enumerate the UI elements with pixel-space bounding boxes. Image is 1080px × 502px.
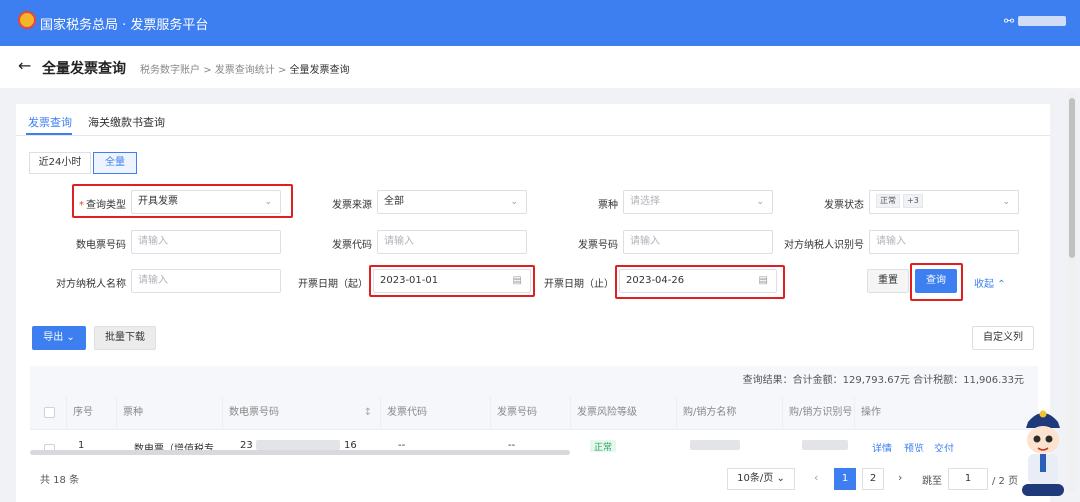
prev-page-icon[interactable]: ‹ xyxy=(814,471,818,484)
redacted-party-id xyxy=(802,440,848,450)
batch-download-button[interactable]: 批量下载 xyxy=(94,326,156,350)
breadcrumb: 税务数字账户 > 发票查询统计 > 全量发票查询 xyxy=(140,61,350,76)
chevron-down-icon: ⌄ xyxy=(776,473,785,484)
goto-label: 跳至 xyxy=(922,476,942,487)
chevron-down-icon: ⌄ xyxy=(66,332,75,343)
arrow-left-icon[interactable]: ← xyxy=(18,56,31,75)
reset-button[interactable]: 重置 xyxy=(867,269,909,293)
page-header: ← 全量发票查询 税务数字账户 > 发票查询统计 > 全量发票查询 xyxy=(0,46,1080,88)
page-2-button[interactable]: 2 xyxy=(862,468,884,490)
invoice-status-label: 发票状态 xyxy=(824,200,864,211)
deliver-link[interactable]: 交付 xyxy=(934,440,954,452)
redacted-number xyxy=(256,440,340,450)
next-page-icon[interactable]: › xyxy=(898,471,902,484)
user-icon[interactable]: ⚯ xyxy=(1004,14,1014,28)
tab-customs-query[interactable]: 海关缴款书查询 xyxy=(88,114,165,130)
query-summary: 查询结果：合计金额：129,793.67元 合计税额：11,906.33元 xyxy=(30,366,1038,396)
digital-invoice-no-input[interactable]: 请输入 xyxy=(131,230,281,254)
select-all-checkbox[interactable] xyxy=(44,407,55,418)
breadcrumb-separator: > xyxy=(277,65,287,76)
status-tag-more: +3 xyxy=(903,194,923,208)
breadcrumb-item-account[interactable]: 税务数字账户 xyxy=(140,65,200,76)
page-size-select[interactable]: 10条/页 ⌄ xyxy=(727,468,795,490)
page-1-button[interactable]: 1 xyxy=(834,468,856,490)
chevron-down-icon: ⌄ xyxy=(510,197,518,207)
breadcrumb-item-stats[interactable]: 发票查询统计 xyxy=(215,65,275,76)
invoice-code-label: 发票代码 xyxy=(332,240,372,251)
invoice-source-select[interactable]: 全部 ⌄ xyxy=(377,190,527,214)
site-title: 国家税务总局 · 发票服务平台 xyxy=(40,18,209,33)
digital-invoice-no-label: 数电票号码 xyxy=(76,240,126,251)
col-digital-no[interactable]: 数电票号码 ↕ xyxy=(222,396,380,430)
risk-status-badge: 正常 xyxy=(590,440,617,452)
scrollbar-thumb[interactable] xyxy=(1069,98,1075,258)
date-end-label: 开票日期（止） xyxy=(544,279,614,290)
sort-icon[interactable]: ↕ xyxy=(364,396,372,430)
query-button-highlight xyxy=(910,263,963,301)
chevron-up-icon: ⌃ xyxy=(997,279,1006,290)
total-pages-label: / 2 页 xyxy=(992,476,1019,487)
preview-link[interactable]: 预览 xyxy=(904,440,924,452)
active-tab-indicator xyxy=(26,133,72,135)
filter-24h-button[interactable]: 近24小时 xyxy=(29,152,91,174)
user-name-redacted[interactable] xyxy=(1018,16,1066,26)
col-party-id: 购/销方识别号 xyxy=(782,396,854,430)
top-header: 国家税务总局 · 发票服务平台 ⚯ xyxy=(0,0,1080,46)
col-risk: 发票风险等级 xyxy=(570,396,676,430)
page-title: 全量发票查询 xyxy=(42,61,126,77)
col-no: 发票号码 xyxy=(490,396,570,430)
status-tag-normal: 正常 xyxy=(876,194,900,208)
invoice-no-input[interactable]: 请输入 xyxy=(623,230,773,254)
total-count: 共 18 条 xyxy=(40,475,80,486)
chevron-down-icon: ⌄ xyxy=(756,197,764,207)
counterpart-tax-id-input[interactable]: 请输入 xyxy=(869,230,1019,254)
horizontal-scrollbar[interactable] xyxy=(30,450,570,455)
filter-all-button[interactable]: 全量 xyxy=(93,152,137,174)
chevron-down-icon: ⌄ xyxy=(1002,197,1010,207)
invoice-kind-select[interactable]: 请选择 ⌄ xyxy=(623,190,773,214)
table-row[interactable]: 1 数电票（增值税专 23 16 -- -- 正常 详情 预览 交付 xyxy=(30,430,1038,452)
breadcrumb-item-current: 全量发票查询 xyxy=(289,65,350,76)
tax-assistant-mascot-icon[interactable] xyxy=(1016,402,1070,500)
tab-bar: 发票查询 海关缴款书查询 xyxy=(16,104,1050,136)
goto-page-input[interactable]: 1 xyxy=(948,468,988,490)
invoice-no-label: 发票号码 xyxy=(578,240,618,251)
counterpart-name-label: 对方纳税人名称 xyxy=(56,279,126,290)
invoice-source-label: 发票来源 xyxy=(332,200,372,211)
col-code: 发票代码 xyxy=(380,396,490,430)
table-header: 序号 票种 数电票号码 ↕ 发票代码 发票号码 发票风险等级 购/销方名称 购/销… xyxy=(30,396,1038,430)
date-start-label: 开票日期（起） xyxy=(298,279,368,290)
query-type-highlight xyxy=(72,184,293,218)
national-emblem-icon xyxy=(18,11,36,29)
tab-invoice-query[interactable]: 发票查询 xyxy=(28,114,72,130)
col-party-name: 购/销方名称 xyxy=(676,396,782,430)
breadcrumb-separator: > xyxy=(203,65,212,76)
details-link[interactable]: 详情 xyxy=(872,440,892,452)
counterpart-name-input[interactable]: 请输入 xyxy=(131,269,281,293)
invoice-code-input[interactable]: 请输入 xyxy=(377,230,527,254)
col-index: 序号 xyxy=(66,396,116,430)
col-kind: 票种 xyxy=(116,396,222,430)
date-end-highlight xyxy=(615,265,785,299)
date-start-highlight xyxy=(369,265,535,297)
invoice-kind-label: 票种 xyxy=(598,200,618,211)
col-actions: 操作 xyxy=(854,396,1038,430)
export-button[interactable]: 导出 ⌄ xyxy=(32,326,86,350)
custom-columns-button[interactable]: 自定义列 xyxy=(972,326,1034,350)
counterpart-tax-id-label: 对方纳税人识别号 xyxy=(784,240,864,251)
query-card: 发票查询 海关缴款书查询 近24小时 全量 * 查询类型 开具发票 ⌄ 发票来源 全… xyxy=(16,104,1050,502)
invoice-status-select[interactable]: 正常 +3 ⌄ xyxy=(869,190,1019,214)
collapse-link[interactable]: 收起 ⌃ xyxy=(974,275,1006,290)
redacted-party-name xyxy=(690,440,740,450)
